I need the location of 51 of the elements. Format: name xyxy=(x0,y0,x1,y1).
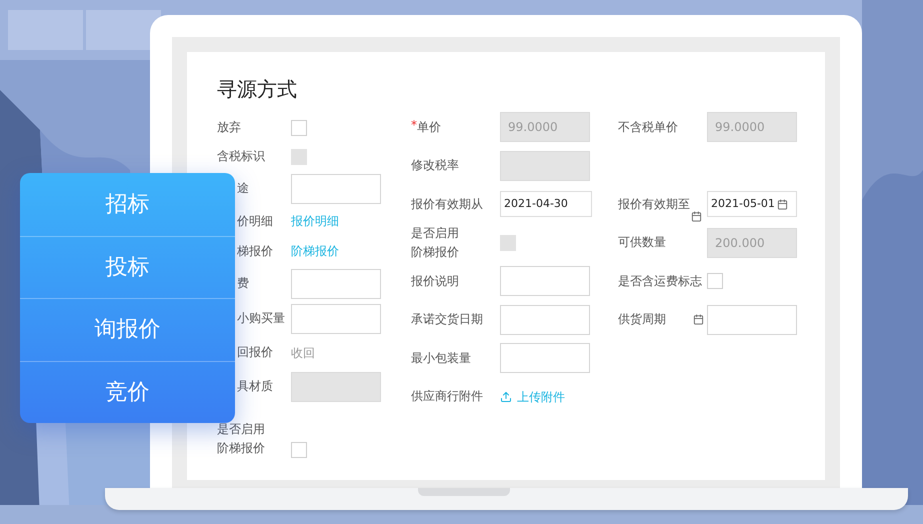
upload-icon xyxy=(500,390,512,403)
field-label: 承诺交货日期 xyxy=(411,311,483,328)
link[interactable]: 阶梯报价 xyxy=(291,242,339,260)
date-value: 2021-05-01 xyxy=(711,196,775,212)
field-label: 报价说明 xyxy=(411,272,459,290)
input-field[interactable] xyxy=(500,304,590,335)
field-label: 小购买量 xyxy=(237,310,285,327)
input-field[interactable] xyxy=(500,266,590,296)
date-field[interactable]: 2021-05-01 xyxy=(707,191,797,218)
field-label: 途 xyxy=(237,180,249,197)
menu-item[interactable]: 竞价 xyxy=(20,360,235,423)
field-label: 修改税率 xyxy=(411,157,459,174)
checkbox[interactable] xyxy=(291,120,307,136)
field-label: 最小包装量 xyxy=(411,350,471,367)
field-value: 收回 xyxy=(291,344,315,362)
input-field[interactable] xyxy=(707,304,797,335)
date-field[interactable]: 2021-04-30 xyxy=(500,191,592,218)
field-label: 可供数量 xyxy=(618,234,666,252)
date-value: 2021-04-30 xyxy=(504,196,568,212)
field-label: 是否启用 xyxy=(411,224,459,242)
field-label: 是否含运费标志 xyxy=(618,272,702,290)
field-label: 阶梯报价 xyxy=(217,440,265,457)
upload-link[interactable]: 上传附件 xyxy=(500,388,565,406)
calendar-icon xyxy=(776,198,788,210)
field-label: 梯报价 xyxy=(237,242,273,260)
field-label: 回报价 xyxy=(237,344,273,361)
field-label: 报价有效期从 xyxy=(411,196,483,213)
field-label: 价明细 xyxy=(237,212,273,230)
field-label: 具材质 xyxy=(237,378,273,395)
input-field[interactable] xyxy=(291,174,381,204)
field-label: 是否启用 xyxy=(217,421,265,438)
field-label: 费 xyxy=(237,275,249,292)
field-label: 报价有效期至 xyxy=(618,196,690,213)
field-label: 供应商行附件 xyxy=(411,388,483,406)
checkbox[interactable] xyxy=(291,442,307,458)
checkbox[interactable] xyxy=(707,273,723,290)
menu-item[interactable]: 投标 xyxy=(20,236,235,298)
input-field[interactable] xyxy=(291,304,381,334)
input-field[interactable] xyxy=(291,268,381,298)
menu-item[interactable]: 招标 xyxy=(20,173,235,236)
link[interactable]: 报价明细 xyxy=(291,212,339,230)
field-label: 供货周期 xyxy=(618,311,666,328)
field-label: 不含税单价 xyxy=(618,118,678,136)
menu-item[interactable]: 询报价 xyxy=(20,298,235,360)
field-label: 阶梯报价 xyxy=(411,244,459,261)
field-label: 单价 xyxy=(417,118,441,136)
field-label: 放弃 xyxy=(217,119,241,136)
required-mark: * xyxy=(411,118,417,132)
input-field[interactable] xyxy=(500,343,590,374)
form-title: 寻源方式 xyxy=(217,76,298,102)
field-label: 含税标识 xyxy=(217,148,265,165)
